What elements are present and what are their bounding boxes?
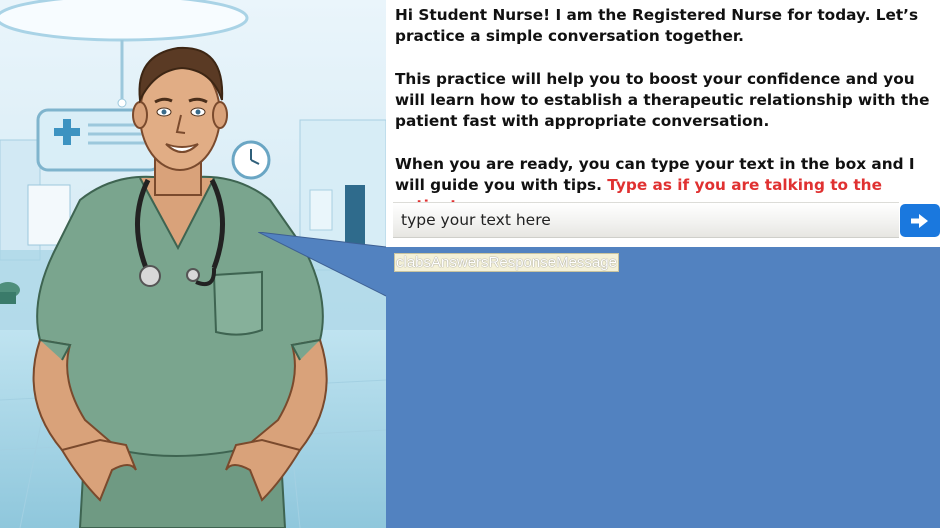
response-panel (386, 247, 940, 528)
purpose-paragraph: This practice will help you to boost you… (395, 70, 930, 130)
speech-bubble-tail (258, 232, 387, 297)
chat-input-bar (393, 202, 899, 238)
instructions-text: Hi Student Nurse! I am the Registered Nu… (395, 5, 935, 217)
greeting-paragraph: Hi Student Nurse! I am the Registered Nu… (395, 6, 919, 45)
response-message: clabsAnswersResponseMessage (394, 253, 619, 272)
arrow-right-icon (911, 213, 928, 228)
send-button[interactable] (900, 204, 940, 237)
chat-text-input[interactable] (393, 203, 899, 237)
